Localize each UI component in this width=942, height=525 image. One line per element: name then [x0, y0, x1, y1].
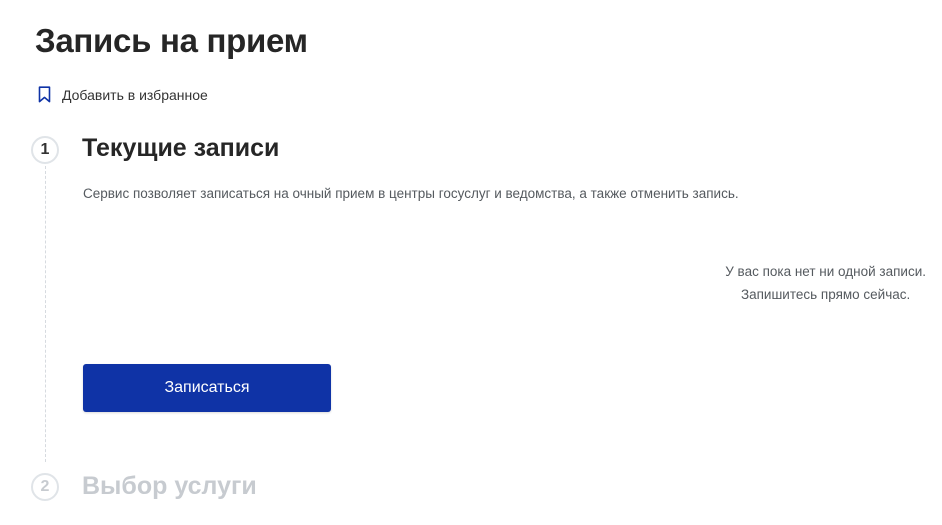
add-to-favorites-label: Добавить в избранное	[62, 86, 208, 103]
step-1-number: 1	[31, 136, 59, 164]
make-appointment-button[interactable]: Записаться	[83, 364, 331, 412]
add-to-favorites-link[interactable]: Добавить в избранное	[38, 86, 208, 103]
page-title: Запись на прием	[35, 22, 308, 59]
appointment-page: Запись на прием Добавить в избранное 1 Т…	[0, 0, 942, 525]
step-connector-line	[45, 166, 46, 462]
step-1-description: Сервис позволяет записаться на очный при…	[83, 186, 739, 201]
step-2-number: 2	[31, 473, 59, 501]
empty-state-message: У вас пока нет ни одной записи. Запишите…	[725, 260, 926, 306]
step-1-title: Текущие записи	[82, 134, 280, 162]
empty-state-line-1: У вас пока нет ни одной записи.	[725, 264, 926, 279]
empty-state-line-2: Запишитесь прямо сейчас.	[740, 287, 911, 302]
bookmark-icon	[38, 86, 51, 103]
step-2-title: Выбор услуги	[82, 472, 257, 500]
